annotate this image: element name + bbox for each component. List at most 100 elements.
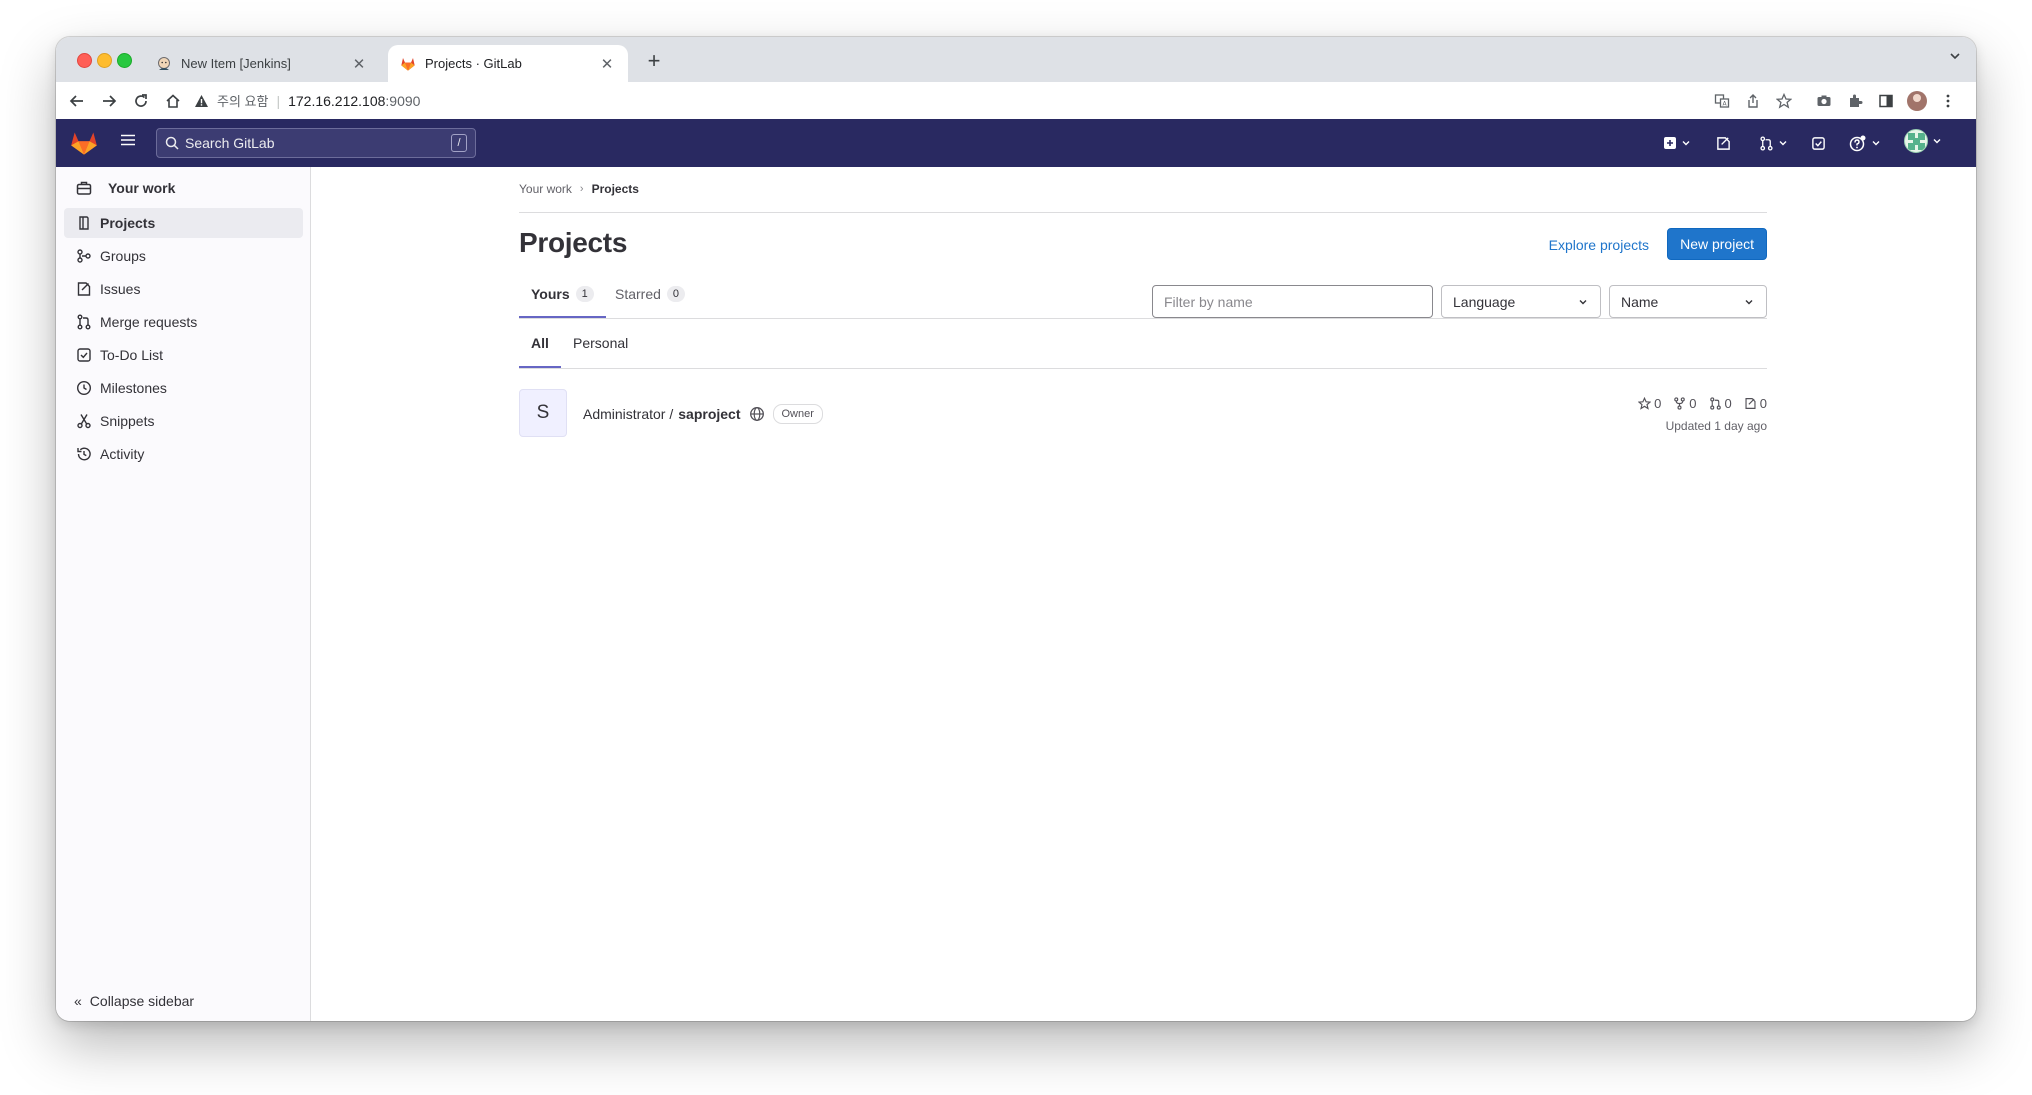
filter-placeholder: Filter by name bbox=[1164, 293, 1253, 310]
forward-icon[interactable] bbox=[98, 90, 120, 112]
sidebar-item-milestones[interactable]: Milestones bbox=[64, 373, 303, 403]
updated-timestamp: Updated 1 day ago bbox=[1665, 419, 1767, 433]
sidebar-item-label: Groups bbox=[100, 248, 146, 264]
sidebar-context-title: Your work bbox=[108, 180, 176, 196]
content-container: Your work › Projects Projects Explore pr… bbox=[519, 167, 1767, 1021]
extensions-icon[interactable] bbox=[1844, 90, 1866, 112]
work-icon bbox=[76, 181, 92, 195]
sidebar-item-activity[interactable]: Activity bbox=[64, 439, 303, 469]
home-icon[interactable] bbox=[162, 90, 184, 112]
issues-count[interactable]: 0 bbox=[1744, 396, 1767, 411]
project-title: Administrator / saproject Owner bbox=[583, 404, 823, 424]
breadcrumb: Your work › Projects bbox=[519, 182, 639, 196]
browser-menu-icon[interactable] bbox=[1937, 90, 1959, 112]
forks-value: 0 bbox=[1689, 396, 1697, 411]
minimize-window-button[interactable] bbox=[97, 53, 112, 68]
help-dropdown[interactable] bbox=[1849, 133, 1881, 153]
left-sidebar: Your work Projects Groups Issues Merge r… bbox=[56, 167, 311, 1021]
subtab-personal[interactable]: Personal bbox=[561, 319, 640, 367]
reload-icon[interactable] bbox=[130, 90, 152, 112]
tab-close-icon[interactable]: ✕ bbox=[598, 55, 616, 73]
security-status[interactable]: 주의 요함 bbox=[217, 91, 268, 110]
profile-avatar[interactable] bbox=[1906, 90, 1928, 112]
address-separator: | bbox=[276, 92, 281, 109]
sidebar-context-header[interactable]: Your work bbox=[76, 180, 175, 196]
merge-request-icon bbox=[1709, 397, 1721, 410]
stars-count[interactable]: 0 bbox=[1638, 396, 1661, 411]
share-icon[interactable] bbox=[1742, 90, 1764, 112]
main-menu-icon[interactable] bbox=[120, 132, 136, 153]
browser-window: New Item [Jenkins] ✕ Projects · GitLab ✕… bbox=[56, 37, 1976, 1021]
bookmark-star-icon[interactable] bbox=[1773, 90, 1795, 112]
group-icon bbox=[77, 249, 91, 263]
merge-requests-count[interactable]: 0 bbox=[1709, 396, 1732, 411]
issues-icon bbox=[77, 282, 91, 296]
close-window-button[interactable] bbox=[77, 53, 92, 68]
role-badge: Owner bbox=[772, 404, 823, 424]
address-bar[interactable]: 주의 요함 | 172.16.212.108:9090 bbox=[194, 86, 1754, 115]
jenkins-icon bbox=[156, 56, 172, 72]
tab-search-icon[interactable] bbox=[1948, 49, 1962, 68]
search-shortcut-key: / bbox=[451, 134, 467, 152]
side-panel-icon[interactable] bbox=[1875, 90, 1897, 112]
translate-icon[interactable]: A bbox=[1711, 90, 1733, 112]
chevron-down-icon bbox=[1872, 141, 1880, 146]
tab-close-icon[interactable]: ✕ bbox=[350, 55, 368, 73]
merge-request-icon bbox=[77, 314, 91, 330]
new-project-button[interactable]: New project bbox=[1667, 228, 1767, 260]
search-input[interactable]: Search GitLab / bbox=[156, 128, 476, 158]
browser-tab-gitlab[interactable]: Projects · GitLab ✕ bbox=[388, 45, 628, 82]
sort-select[interactable]: Name bbox=[1609, 285, 1767, 318]
project-stats: 0 0 0 0 bbox=[1626, 396, 1767, 411]
zoom-window-button[interactable] bbox=[117, 53, 132, 68]
camera-icon[interactable] bbox=[1813, 90, 1835, 112]
gitlab-top-bar: Search GitLab / bbox=[56, 119, 1976, 167]
breadcrumb-divider bbox=[519, 212, 1767, 213]
sidebar-item-snippets[interactable]: Snippets bbox=[64, 406, 303, 436]
star-icon bbox=[1638, 397, 1652, 410]
collapse-sidebar-button[interactable]: « Collapse sidebar bbox=[74, 993, 194, 1009]
sidebar-item-label: Activity bbox=[100, 446, 145, 462]
tab-label: Yours bbox=[531, 285, 570, 302]
sidebar-item-label: Merge requests bbox=[100, 314, 198, 330]
warning-icon[interactable] bbox=[194, 94, 209, 108]
gitlab-icon bbox=[400, 56, 416, 72]
issues-header-icon[interactable] bbox=[1716, 133, 1731, 153]
todo-header-icon[interactable] bbox=[1811, 133, 1826, 153]
merge-requests-dropdown[interactable] bbox=[1759, 133, 1788, 153]
snippet-icon bbox=[77, 414, 91, 429]
explore-projects-link[interactable]: Explore projects bbox=[1549, 237, 1649, 253]
browser-tab-jenkins[interactable]: New Item [Jenkins] ✕ bbox=[144, 45, 380, 82]
new-tab-button[interactable]: + bbox=[640, 48, 668, 74]
tab-starred[interactable]: Starred 0 bbox=[603, 271, 697, 317]
chevron-right-icon: › bbox=[579, 183, 584, 195]
forks-count[interactable]: 0 bbox=[1673, 396, 1697, 411]
language-select[interactable]: Language bbox=[1441, 285, 1601, 318]
globe-icon bbox=[749, 406, 765, 422]
sidebar-item-issues[interactable]: Issues bbox=[64, 274, 303, 304]
count-badge: 0 bbox=[666, 286, 685, 302]
sidebar-item-projects[interactable]: Projects bbox=[64, 208, 303, 238]
tab-yours[interactable]: Yours 1 bbox=[519, 271, 606, 318]
todo-icon bbox=[77, 348, 91, 362]
project-namespace[interactable]: Administrator / bbox=[583, 406, 673, 422]
chevron-down-icon bbox=[1579, 299, 1587, 304]
double-chevron-left-icon: « bbox=[74, 993, 82, 1009]
gitlab-logo-icon[interactable] bbox=[70, 130, 98, 161]
create-new-dropdown[interactable] bbox=[1663, 133, 1691, 153]
breadcrumb-current[interactable]: Projects bbox=[592, 182, 639, 196]
sidebar-item-todo-list[interactable]: To-Do List bbox=[64, 340, 303, 370]
breadcrumb-parent[interactable]: Your work bbox=[519, 182, 572, 196]
sidebar-item-merge-requests[interactable]: Merge requests bbox=[64, 307, 303, 337]
user-menu-dropdown[interactable] bbox=[1904, 129, 1942, 153]
collapse-sidebar-label: Collapse sidebar bbox=[89, 993, 195, 1009]
sidebar-item-groups[interactable]: Groups bbox=[64, 241, 303, 271]
filter-by-name-input[interactable]: Filter by name bbox=[1152, 285, 1433, 318]
fork-icon bbox=[1674, 397, 1686, 410]
merge-requests-value: 0 bbox=[1724, 396, 1732, 411]
back-icon[interactable] bbox=[66, 90, 88, 112]
project-name[interactable]: saproject bbox=[678, 406, 740, 422]
project-avatar[interactable]: S bbox=[519, 389, 567, 437]
sidebar-item-label: Issues bbox=[100, 281, 141, 297]
subtab-all[interactable]: All bbox=[519, 319, 561, 368]
